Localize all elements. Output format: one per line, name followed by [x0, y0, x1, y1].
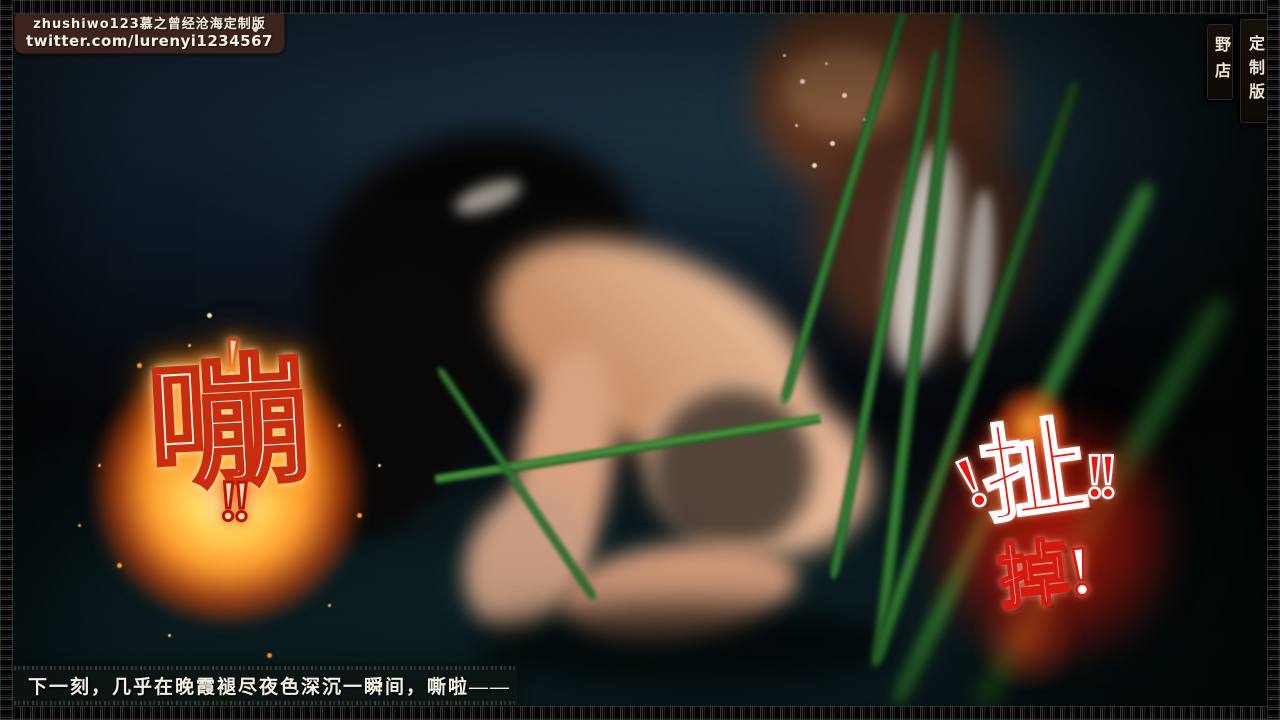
background-figure-shape — [813, 114, 1033, 354]
watermark-badge: zhushiwo123慕之曾经沧海定制版 twitter.com/lurenyi… — [14, 10, 285, 54]
grass-blade — [435, 366, 598, 603]
corner-tab-series: 野店 — [1207, 24, 1233, 100]
frame-border-bottom — [0, 706, 1280, 720]
frame-border-left — [0, 0, 13, 720]
watermark-dot — [253, 27, 258, 32]
ground-shadow — [473, 604, 903, 684]
watermark-line2: twitter.com/lurenyi1234567 — [26, 32, 273, 50]
grass-blade — [778, 14, 913, 406]
frame-border-right — [1267, 0, 1280, 720]
white-fabric-shape — [959, 188, 999, 360]
caption-text: 下一刻，几乎在晚霞褪尽夜色深沉一瞬间，嘶啦—— — [14, 672, 521, 699]
frame-border-top — [0, 0, 1280, 14]
sfx-explosion: ! 嘣 !! — [108, 334, 348, 644]
figure-silhouette — [553, 530, 803, 654]
figure-silhouette — [440, 466, 612, 652]
hair-highlight — [451, 173, 526, 221]
figure-silhouette — [626, 359, 890, 580]
background-figure-shape — [753, 14, 1013, 204]
caption-bar: 下一刻，几乎在晚霞褪尽夜色深沉一瞬间，嘶啦—— — [14, 666, 517, 705]
sfx-rip-off: ! 扯 !! 掉! — [957, 426, 1147, 656]
specular-specks — [783, 54, 786, 57]
figure-silhouette — [500, 338, 631, 590]
background-figure-highlight — [783, 44, 903, 134]
corner-tab-edition: 定制版 — [1240, 19, 1268, 123]
comic-page: ! 嘣 !! ! 扯 !! 掉! zhushiwo123慕之曾经沧海定制版 tw… — [0, 0, 1280, 720]
watermark-line1: zhushiwo123慕之曾经沧海定制版 — [26, 13, 273, 32]
white-fabric-shape — [877, 141, 972, 378]
grass-blade — [435, 414, 822, 485]
figure-silhouette — [459, 193, 847, 505]
sfx-exclaim: !! — [218, 478, 245, 525]
sfx-diao-character: 掉! — [996, 539, 1095, 611]
garment-shape — [630, 366, 835, 571]
scene-artwork: ! 嘣 !! ! 扯 !! 掉! — [13, 14, 1267, 706]
sfx-exclaim: !! — [1084, 439, 1111, 513]
grass-blade — [828, 48, 942, 580]
